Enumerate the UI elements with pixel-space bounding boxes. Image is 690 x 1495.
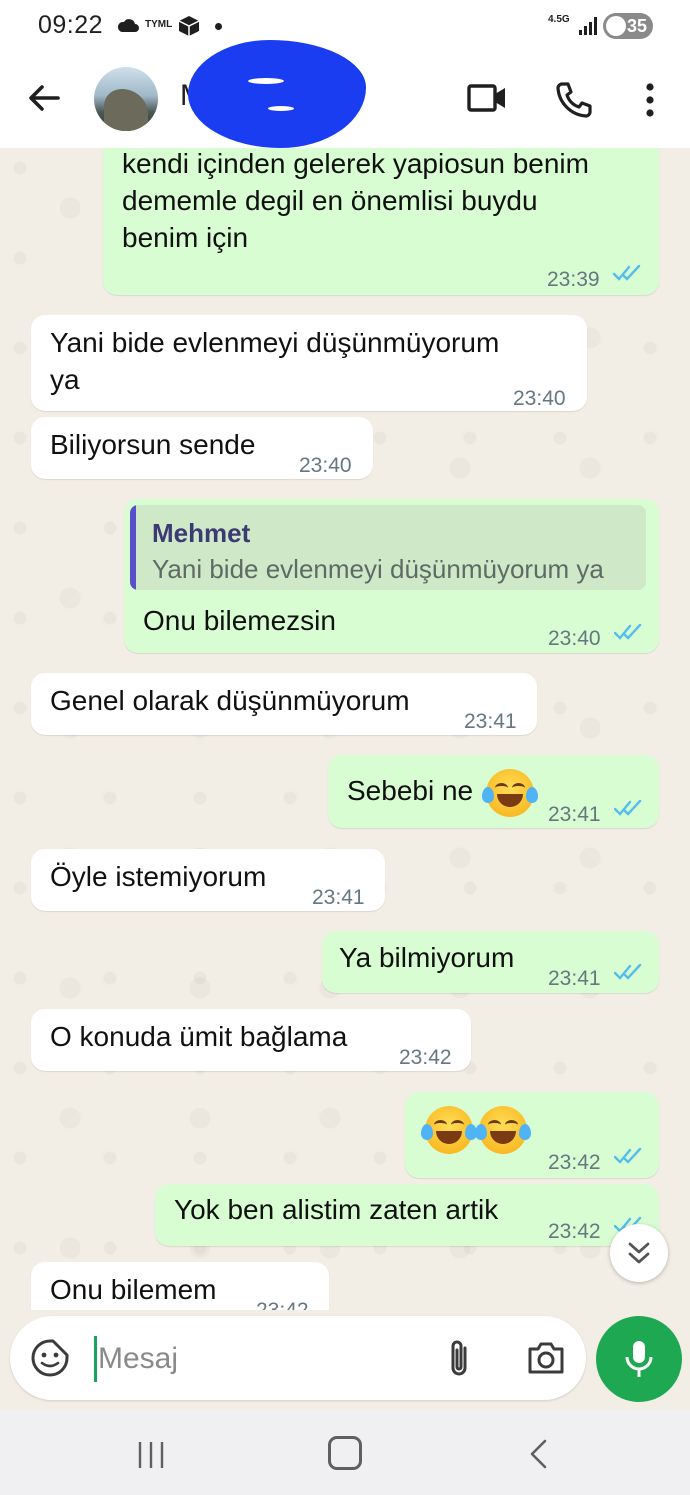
message-time: 23:39 — [547, 268, 600, 291]
scroll-to-bottom-button[interactable] — [610, 1224, 668, 1282]
message-text: Onu bilemem — [50, 1274, 217, 1305]
status-time: 09:22 — [38, 11, 104, 39]
message-input[interactable] — [96, 1332, 430, 1386]
cloud-icon — [117, 19, 139, 32]
message-bubble-outgoing[interactable]: 23:42 — [405, 1092, 659, 1178]
nav-back-icon[interactable] — [526, 1438, 550, 1470]
message-time: 23:41 — [312, 886, 365, 909]
message-bubble-incoming[interactable]: Öyle istemiyorum 23:41 — [31, 849, 385, 911]
message-composer — [10, 1316, 586, 1400]
read-receipt-icon — [614, 623, 642, 640]
double-chevron-down-icon — [628, 1242, 650, 1264]
message-time: 23:42 — [399, 1046, 452, 1069]
tears-of-joy-emoji-icon — [482, 769, 538, 817]
message-text: Ya bilmiyorum — [339, 942, 515, 973]
camera-icon[interactable] — [526, 1340, 566, 1376]
more-vert-icon[interactable] — [636, 80, 664, 120]
status-bar: 09:22 TYML 4.5G 35 — [0, 0, 690, 52]
message-time: 23:40 — [513, 387, 566, 410]
redaction-scribble — [188, 40, 366, 148]
back-arrow-icon[interactable] — [24, 78, 64, 118]
recent-apps-icon[interactable] — [136, 1440, 166, 1470]
quote-accent-bar — [130, 505, 136, 590]
message-bubble-incoming[interactable]: Onu bilemem 23:42 — [31, 1262, 329, 1310]
carrier-badge: TYML — [145, 19, 173, 30]
battery-indicator: 35 — [603, 13, 653, 39]
read-receipt-icon — [614, 963, 642, 980]
read-receipt-icon — [613, 264, 641, 281]
message-time: 23:40 — [548, 627, 601, 650]
notification-dot-icon — [215, 23, 222, 30]
message-bubble-incoming[interactable]: Genel olarak düşünmüyorum 23:41 — [31, 673, 537, 735]
message-text: Onu bilemezsin — [143, 605, 336, 636]
quote-text: Yani bide evlenmeyi düşünmüyorum ya — [152, 554, 604, 584]
phone-icon[interactable] — [554, 80, 594, 120]
system-navigation-bar — [0, 1410, 690, 1495]
read-receipt-icon — [614, 799, 642, 816]
battery-saver-icon — [606, 16, 626, 36]
message-bubble-outgoing[interactable]: Mehmet Yani bide evlenmeyi düşünmüyorum … — [124, 499, 659, 653]
chat-header: M — [0, 40, 690, 148]
message-text: O konuda ümit bağlama — [50, 1021, 348, 1052]
voice-message-button[interactable] — [596, 1316, 682, 1402]
message-bubble-outgoing[interactable]: yanyana gelince gösteriosun ve bunu kend… — [103, 148, 659, 295]
message-time: 23:42 — [256, 1292, 309, 1310]
message-text: Yani bide evlenmeyi düşünmüyorum ya — [50, 327, 500, 395]
network-type: 4.5G — [548, 14, 570, 25]
message-text: Biliyorsun sende — [50, 429, 256, 460]
message-time: 23:41 — [548, 967, 601, 990]
quote-author: Mehmet — [152, 518, 251, 548]
tears-of-joy-emoji-icon — [421, 1106, 477, 1154]
message-bubble-outgoing[interactable]: Yok ben alistim zaten artik 23:42 — [155, 1184, 659, 1246]
message-bubble-incoming[interactable]: Biliyorsun sende 23:40 — [31, 417, 373, 479]
message-bubble-incoming[interactable]: Yani bide evlenmeyi düşünmüyorum ya 23:4… — [31, 315, 587, 411]
message-text: Sebebi ne — [347, 775, 474, 806]
home-icon[interactable] — [328, 1436, 362, 1470]
battery-level: 35 — [626, 16, 647, 36]
avatar-photo — [104, 89, 148, 131]
message-text: Yok ben alistim zaten artik — [174, 1194, 499, 1225]
message-time: 23:40 — [299, 454, 352, 477]
read-receipt-icon — [614, 1147, 642, 1164]
message-text: yanyana gelince gösteriosun ve bunu kend… — [122, 148, 589, 253]
tears-of-joy-emoji-icon — [475, 1106, 531, 1154]
message-bubble-incoming[interactable]: O konuda ümit bağlama 23:42 — [31, 1009, 471, 1071]
message-time: 23:42 — [548, 1220, 601, 1243]
message-text: Genel olarak düşünmüyorum — [50, 685, 410, 716]
quoted-message[interactable]: Mehmet Yani bide evlenmeyi düşünmüyorum … — [130, 505, 646, 590]
message-text: Öyle istemiyorum — [50, 861, 267, 892]
message-time: 23:41 — [464, 710, 517, 733]
sticker-icon[interactable] — [30, 1338, 70, 1378]
contact-avatar[interactable] — [94, 67, 158, 131]
video-call-icon[interactable] — [466, 80, 508, 116]
message-bubble-outgoing[interactable]: Sebebi ne 23:41 — [328, 755, 659, 828]
microphone-icon — [625, 1341, 653, 1377]
paperclip-icon[interactable] — [444, 1338, 474, 1380]
message-time: 23:41 — [548, 803, 601, 826]
signal-icon — [579, 17, 597, 35]
message-bubble-outgoing[interactable]: Ya bilmiyorum 23:41 — [322, 931, 659, 993]
chat-messages[interactable]: yanyana gelince gösteriosun ve bunu kend… — [0, 148, 690, 1310]
package-icon — [178, 16, 200, 36]
message-time: 23:42 — [548, 1151, 601, 1174]
